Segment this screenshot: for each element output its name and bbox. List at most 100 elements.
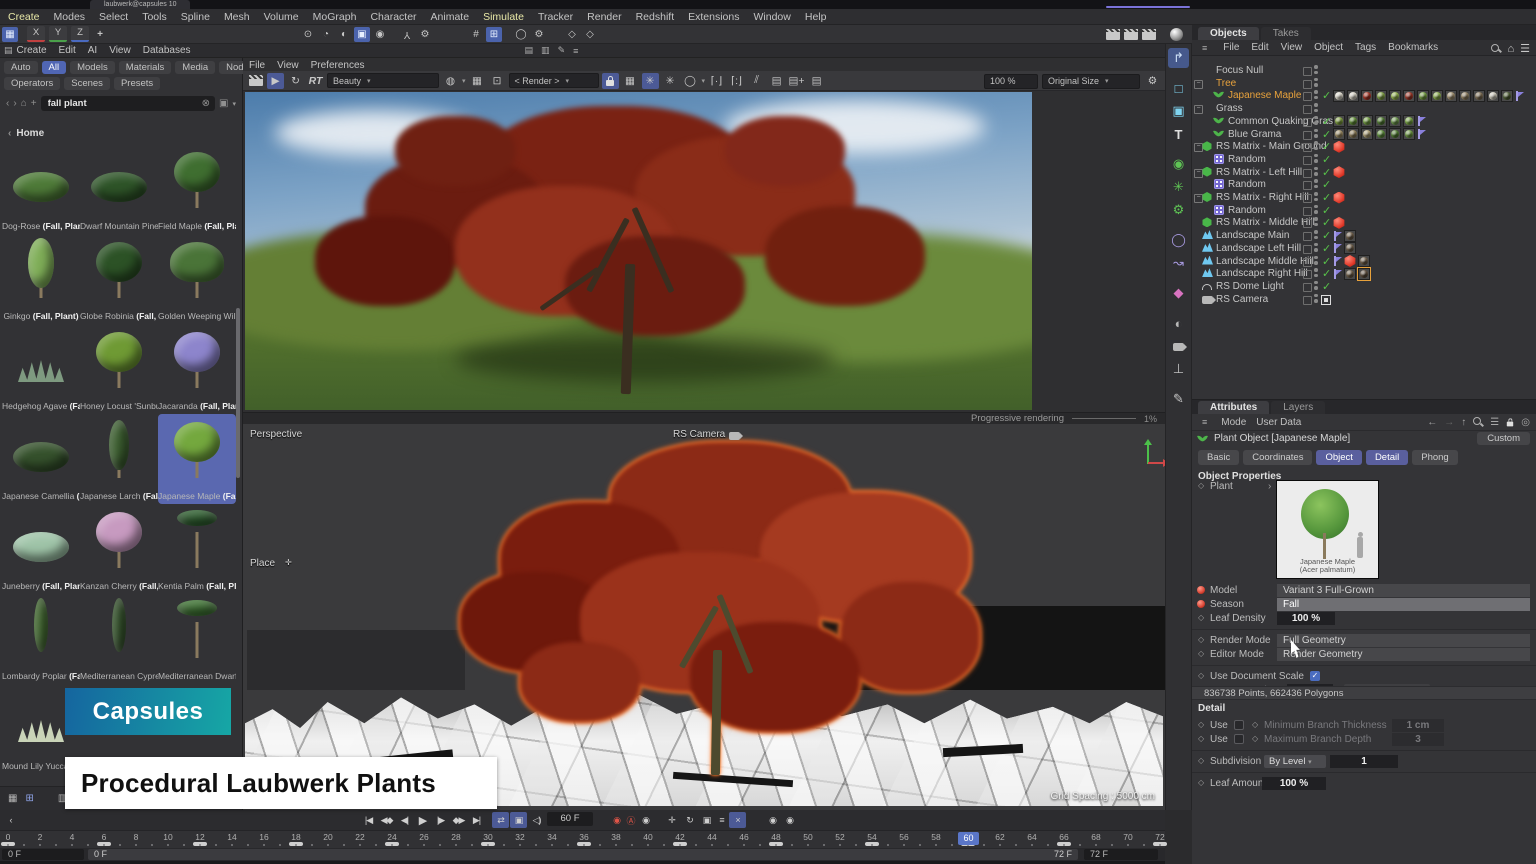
texture-tag[interactable] — [1344, 230, 1356, 242]
attr-tab-phong[interactable]: Phong — [1412, 450, 1457, 465]
object-row-random-child[interactable]: Random✓ — [1192, 178, 1536, 191]
generator-icon[interactable]: ◉ — [1168, 154, 1189, 174]
object-row-common-quaking-grass-child[interactable]: Common Quaking Grass✓ — [1192, 115, 1536, 128]
keyframe-preset2-icon[interactable]: ◉ — [781, 812, 798, 828]
expand-toggle-icon[interactable]: − — [1194, 169, 1203, 178]
object-row-blue-grama-child[interactable]: Blue Grama✓ — [1192, 128, 1536, 141]
texture-tag[interactable] — [1361, 90, 1373, 102]
asset-item-dog-rose[interactable]: Dog-Rose (Fall, Plant) — [2, 144, 80, 234]
visibility-dots[interactable] — [1314, 230, 1318, 241]
texture-tag[interactable] — [1358, 255, 1370, 267]
renderview-menu-preferences[interactable]: Preferences — [311, 60, 365, 71]
object-row-rs-matrix-main-ground[interactable]: −RS Matrix - Main Ground✓ — [1192, 140, 1536, 153]
menu-extensions[interactable]: Extensions — [688, 11, 739, 23]
object-row-japanese-maple-child[interactable]: Japanese Maple✓ — [1192, 89, 1536, 102]
attr-filter-icon[interactable]: ☰ — [1490, 417, 1499, 428]
menu-select[interactable]: Select — [99, 11, 128, 23]
menu-volume[interactable]: Volume — [264, 11, 299, 23]
season-marker-icon[interactable] — [1197, 600, 1205, 608]
render-clapper-icon[interactable] — [247, 73, 264, 89]
texture-tag[interactable] — [1417, 90, 1429, 102]
layer-toggle[interactable] — [1303, 219, 1312, 228]
back-icon[interactable]: ← — [1427, 417, 1437, 428]
layer-toggle[interactable] — [1303, 131, 1312, 140]
camera-label[interactable]: RS Camera — [673, 429, 725, 440]
layer-toggle[interactable] — [1303, 296, 1312, 305]
asset-item-honey-locust-sunbur[interactable]: Honey Locust 'Sunbur... — [80, 324, 158, 414]
lock-icon[interactable] — [602, 73, 619, 89]
record-params-button[interactable]: ≡ — [713, 812, 730, 828]
render-settings-icon[interactable] — [1141, 27, 1157, 42]
enabled-check-icon[interactable]: ✓ — [1322, 191, 1331, 204]
diamond-icon2[interactable]: ◇ — [1252, 734, 1258, 743]
filter-tab-media[interactable]: Media — [175, 61, 215, 74]
grid-view-icon[interactable]: ▦ — [8, 793, 17, 804]
objects-menu-tags[interactable]: Tags — [1355, 42, 1376, 53]
axis-y-button[interactable]: Y — [49, 26, 67, 42]
attr-tab-detail[interactable]: Detail — [1366, 450, 1408, 465]
object-row-rs-matrix-right-hill[interactable]: −RS Matrix - Right Hill✓ — [1192, 191, 1536, 204]
axis-x-button[interactable]: X — [27, 26, 45, 42]
layer-toggle[interactable] — [1303, 207, 1312, 216]
texture-tag[interactable] — [1445, 90, 1457, 102]
texture-tag[interactable] — [1403, 115, 1415, 127]
tab-takes[interactable]: Takes — [1261, 27, 1311, 40]
camera-active-icon[interactable] — [1321, 295, 1331, 305]
expand-toggle-icon[interactable]: − — [1194, 105, 1203, 114]
channel-caret-icon[interactable]: ▾ — [462, 77, 466, 85]
coordinate-system-icon[interactable]: + — [92, 27, 108, 42]
visibility-dots[interactable] — [1314, 243, 1318, 254]
asset-item-japanese-camellia[interactable]: Japanese Camellia (Fal... — [2, 414, 80, 504]
range-slider[interactable]: 0 F 72 F — [88, 849, 1078, 860]
texture-tag[interactable] — [1501, 90, 1513, 102]
deformer-icon[interactable]: ◯ — [1168, 230, 1189, 250]
zoom-field[interactable]: 100 % — [984, 74, 1038, 89]
texture-tag[interactable] — [1347, 90, 1359, 102]
layer-toggle[interactable] — [1303, 105, 1312, 114]
asset-item-field-maple[interactable]: Field Maple (Fall, Plant) — [158, 144, 236, 234]
enabled-check-icon[interactable]: ✓ — [1322, 115, 1331, 128]
texture-tag[interactable] — [1333, 115, 1345, 127]
layer-toggle[interactable] — [1303, 67, 1312, 76]
asset-item-mediterranean-cypres[interactable]: Mediterranean Cypres... — [80, 594, 158, 684]
stack-view-icon[interactable]: ▤ — [525, 45, 534, 56]
visibility-dots[interactable] — [1314, 294, 1318, 305]
play-button[interactable]: ▶ — [414, 812, 431, 828]
attr-tab-basic[interactable]: Basic — [1198, 450, 1239, 465]
attr-lock-icon[interactable] — [1507, 422, 1513, 427]
selected-maple-tree[interactable] — [460, 442, 980, 782]
filter-tab-all[interactable]: All — [42, 61, 67, 74]
custom-button[interactable]: Custom — [1477, 432, 1530, 445]
asset-item-hedgehog-agave[interactable]: Hedgehog Agave (Fall... — [2, 324, 80, 414]
menu-create[interactable]: Create — [8, 11, 40, 23]
menu-window[interactable]: Window — [754, 11, 791, 23]
layer-toggle[interactable] — [1303, 283, 1312, 292]
enabled-check-icon[interactable]: ✓ — [1322, 153, 1331, 166]
layer-toggle[interactable] — [1303, 156, 1312, 165]
range-start-field[interactable]: 0 F — [2, 849, 84, 860]
breadcrumb-home[interactable]: Home — [16, 128, 44, 139]
texture-tag[interactable] — [1375, 115, 1387, 127]
use-document-scale-checkbox[interactable]: ✓ — [1310, 671, 1320, 681]
annotation-flag-icon[interactable] — [1333, 231, 1342, 241]
menu-modes[interactable]: Modes — [54, 11, 86, 23]
layer-toggle[interactable] — [1303, 181, 1312, 190]
object-row-landscape-main[interactable]: Landscape Main✓ — [1192, 229, 1536, 242]
enabled-check-icon[interactable]: ✓ — [1322, 267, 1331, 280]
layer-toggle[interactable] — [1303, 194, 1312, 203]
layer-toggle[interactable] — [1303, 232, 1312, 241]
attr-tab-coordinates[interactable]: Coordinates — [1243, 450, 1312, 465]
menu-render[interactable]: Render — [587, 11, 621, 23]
visibility-dots[interactable] — [1314, 116, 1318, 127]
timeline-collapse-icon[interactable]: ‹ — [2, 812, 19, 828]
rt-toggle[interactable]: RT — [307, 73, 324, 89]
keyframe-selection-button[interactable]: ◉ — [637, 812, 654, 828]
annotation-flag-icon[interactable] — [1333, 269, 1342, 279]
pixel-grid-icon[interactable]: ▦ — [469, 73, 486, 89]
layer-toggle[interactable] — [1303, 80, 1312, 89]
asset-item-jacaranda[interactable]: Jacaranda (Fall, Plant) — [158, 324, 236, 414]
menu-tracker[interactable]: Tracker — [538, 11, 573, 23]
object-row-random-child[interactable]: Random✓ — [1192, 204, 1536, 217]
menu-mesh[interactable]: Mesh — [224, 11, 250, 23]
snap-grid-icon[interactable]: # — [468, 27, 484, 42]
